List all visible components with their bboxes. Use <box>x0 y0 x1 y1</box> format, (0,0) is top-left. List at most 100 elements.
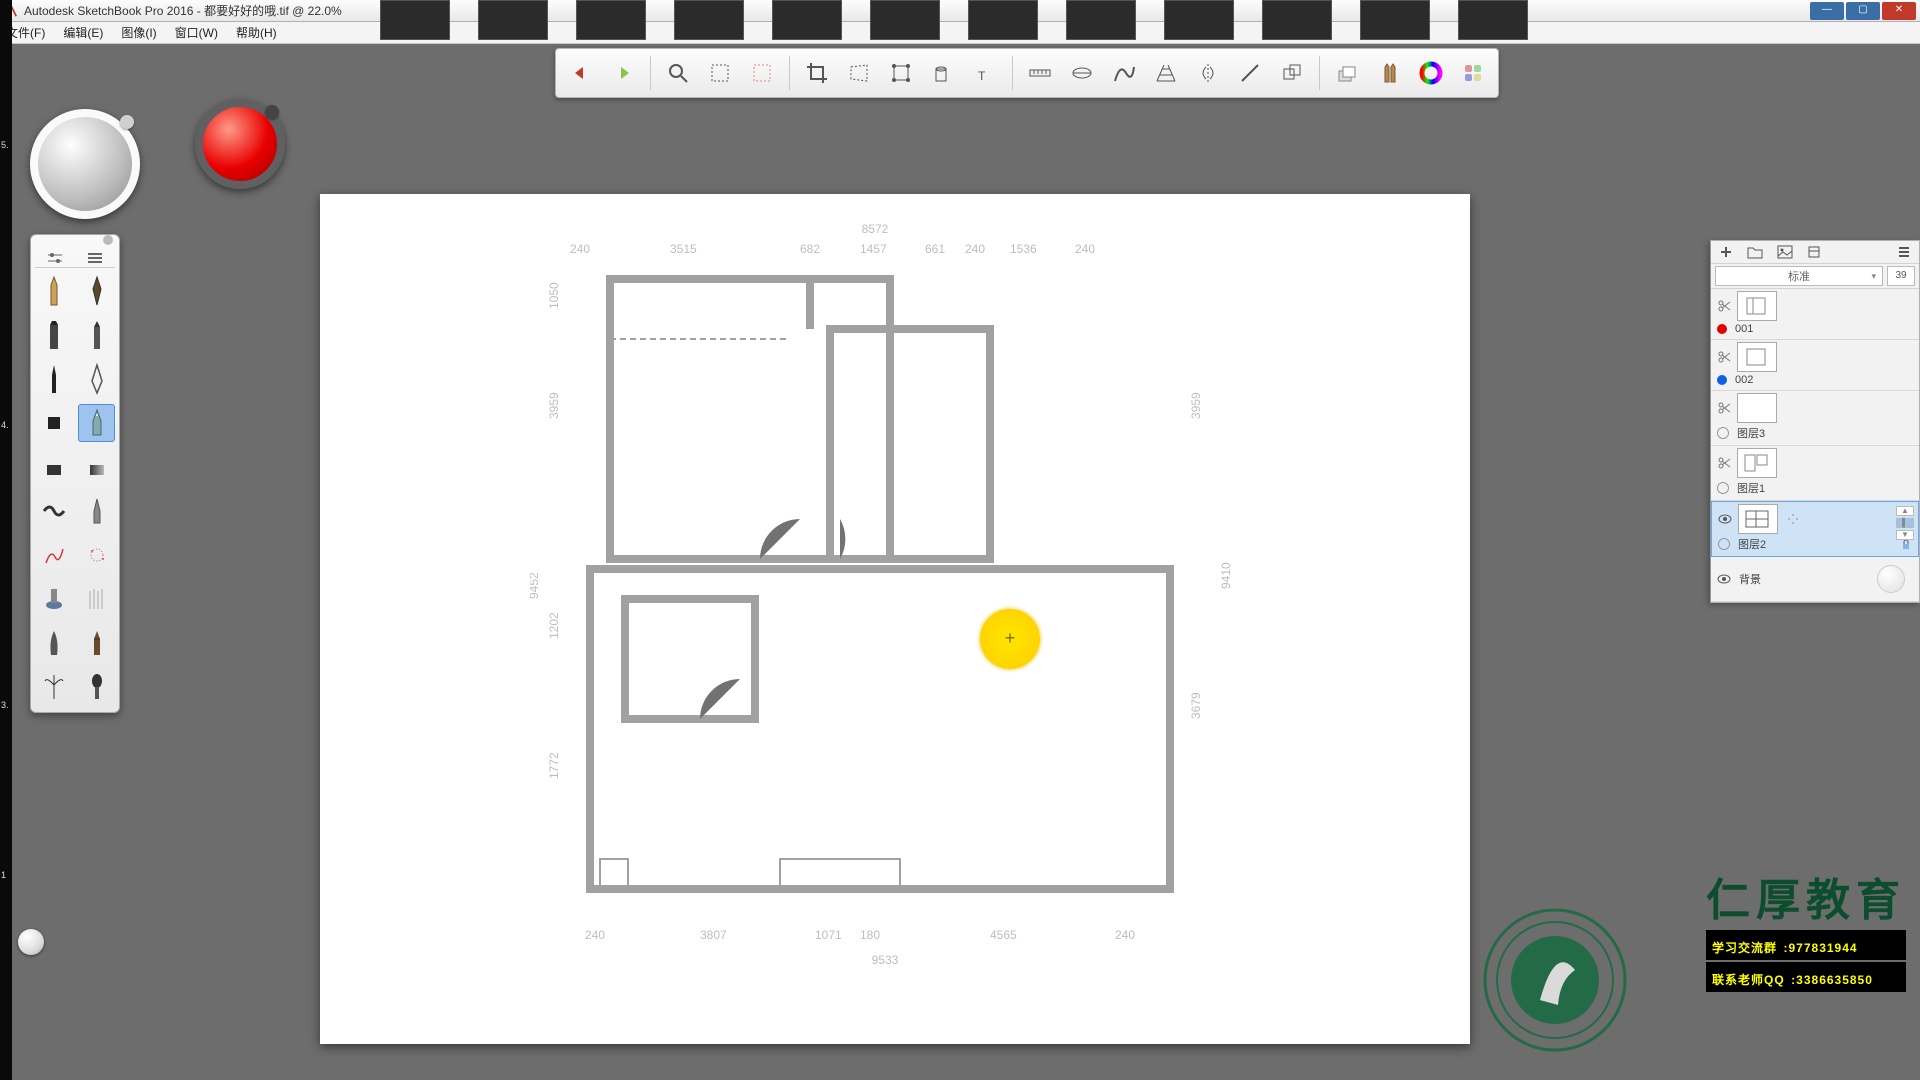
svg-text:8572: 8572 <box>862 222 889 236</box>
menu-image[interactable]: 图像(I) <box>121 24 156 41</box>
brush-square[interactable] <box>35 404 72 442</box>
curve-guide-tool[interactable] <box>1107 56 1141 90</box>
svg-text:9410: 9410 <box>1219 562 1233 589</box>
brush-nib[interactable] <box>78 360 115 398</box>
layer-name: 图层3 <box>1737 425 1765 441</box>
scissors-icon <box>1717 456 1731 470</box>
menu-help[interactable]: 帮助(H) <box>236 24 277 41</box>
panel-grip[interactable] <box>31 235 119 245</box>
folder-icon[interactable] <box>1747 245 1763 259</box>
svg-text:3807: 3807 <box>700 928 727 942</box>
brush-round-soft[interactable] <box>78 668 115 706</box>
copic-toggle[interactable] <box>1456 56 1490 90</box>
distort-tool[interactable] <box>842 56 876 90</box>
brush-texture[interactable] <box>78 580 115 618</box>
brush-marker-fine[interactable] <box>78 316 115 354</box>
layer-name: 图层1 <box>1737 480 1765 496</box>
watermark-logo <box>1480 905 1630 1055</box>
svg-text:1772: 1772 <box>547 752 561 779</box>
layers-toggle[interactable] <box>1330 56 1364 90</box>
layer-thumb <box>1738 504 1778 534</box>
select-rect-tool[interactable] <box>703 56 737 90</box>
maximize-button[interactable]: ▢ <box>1846 2 1880 20</box>
brush-airbrush[interactable] <box>78 404 115 442</box>
layer-name: 图层2 <box>1738 536 1766 552</box>
layer-fx-icon[interactable] <box>1784 510 1802 528</box>
svg-text:180: 180 <box>860 928 880 942</box>
blend-mode-dropdown[interactable]: 标准 <box>1715 266 1883 286</box>
layers-panel[interactable]: 标准 39 001 002 图层3 图层1 <box>1710 240 1920 603</box>
bg-color-swatch[interactable] <box>1877 565 1905 593</box>
symmetry-tool[interactable] <box>1191 56 1225 90</box>
brush-size-slider[interactable] <box>18 929 44 955</box>
svg-text:3959: 3959 <box>547 392 561 419</box>
perspective-tool[interactable] <box>1149 56 1183 90</box>
layer-background[interactable]: 背景 <box>1711 557 1919 602</box>
visibility-toggle[interactable] <box>1718 538 1730 550</box>
undo-button[interactable] <box>564 56 598 90</box>
visibility-toggle[interactable] <box>1717 482 1729 494</box>
brush-list-icon[interactable] <box>86 251 104 265</box>
crop-tool[interactable] <box>800 56 834 90</box>
redo-button[interactable] <box>606 56 640 90</box>
image-layer-icon[interactable] <box>1777 245 1793 259</box>
brush-scribble[interactable] <box>35 536 72 574</box>
line-tool[interactable] <box>1233 56 1267 90</box>
brush-flat-dark[interactable] <box>35 448 72 486</box>
layer-thumb <box>1737 393 1777 423</box>
layer-name: 背景 <box>1739 571 1761 587</box>
brush-splatter[interactable] <box>78 536 115 574</box>
brush-hard-tip[interactable] <box>78 492 115 530</box>
fill-tool[interactable] <box>926 56 960 90</box>
color-tag <box>1717 324 1727 334</box>
zoom-tool[interactable] <box>661 56 695 90</box>
brush-pen[interactable] <box>78 272 115 310</box>
layer-item[interactable]: 图层3 <box>1711 391 1919 446</box>
opacity-stepper[interactable]: ▲▌▼ <box>1896 506 1914 540</box>
layer-item[interactable]: 001 <box>1711 289 1919 340</box>
layer-thumb <box>1737 342 1777 372</box>
select-add-tool[interactable] <box>745 56 779 90</box>
brush-settings-icon[interactable] <box>46 251 64 265</box>
ruler-tool[interactable] <box>1023 56 1057 90</box>
eye-icon[interactable] <box>1718 512 1732 526</box>
close-button[interactable]: ✕ <box>1882 2 1916 20</box>
svg-text:3959: 3959 <box>1189 392 1203 419</box>
brush-marker-chisel[interactable] <box>35 316 72 354</box>
layer-item[interactable]: 图层1 <box>1711 446 1919 501</box>
brush-lib-toggle[interactable] <box>1372 56 1406 90</box>
brush-ink[interactable] <box>35 360 72 398</box>
svg-text:9533: 9533 <box>872 953 899 967</box>
minimize-button[interactable]: — <box>1810 2 1844 20</box>
layer-item[interactable]: 002 <box>1711 340 1919 391</box>
brush-puck[interactable] <box>30 109 140 219</box>
color-wheel-toggle[interactable] <box>1414 56 1448 90</box>
layer-item-selected[interactable]: ▲▌▼ 图层2 <box>1711 501 1919 557</box>
ellipse-guide-tool[interactable] <box>1065 56 1099 90</box>
brush-bristle[interactable] <box>78 624 115 662</box>
eye-icon[interactable] <box>1717 572 1731 586</box>
brush-fan[interactable] <box>35 668 72 706</box>
transform-tool[interactable] <box>884 56 918 90</box>
visibility-toggle[interactable] <box>1717 427 1729 439</box>
brush-flat-grad[interactable] <box>78 448 115 486</box>
scissors-icon <box>1717 401 1731 415</box>
svg-text:9452: 9452 <box>530 572 541 599</box>
menu-window[interactable]: 窗口(W) <box>175 24 218 41</box>
brush-pencil[interactable] <box>35 272 72 310</box>
brush-stroke-wave[interactable] <box>35 492 72 530</box>
shape-tool[interactable] <box>1275 56 1309 90</box>
add-layer-icon[interactable] <box>1719 245 1733 259</box>
menu-icon[interactable] <box>1897 245 1911 259</box>
layer-actions-icon[interactable] <box>1807 245 1821 259</box>
opacity-field[interactable]: 39 <box>1887 266 1915 286</box>
canvas[interactable]: 8572 240351568214576612401536240 9533 24… <box>320 194 1470 1044</box>
svg-text:240: 240 <box>1115 928 1135 942</box>
brush-soft-round[interactable] <box>35 624 72 662</box>
brush-palette[interactable] <box>30 234 120 713</box>
menu-edit[interactable]: 编辑(E) <box>63 24 103 41</box>
scissors-icon <box>1717 299 1731 313</box>
brush-smudge[interactable] <box>35 580 72 618</box>
color-puck[interactable] <box>195 99 285 189</box>
text-tool[interactable]: T <box>968 56 1002 90</box>
